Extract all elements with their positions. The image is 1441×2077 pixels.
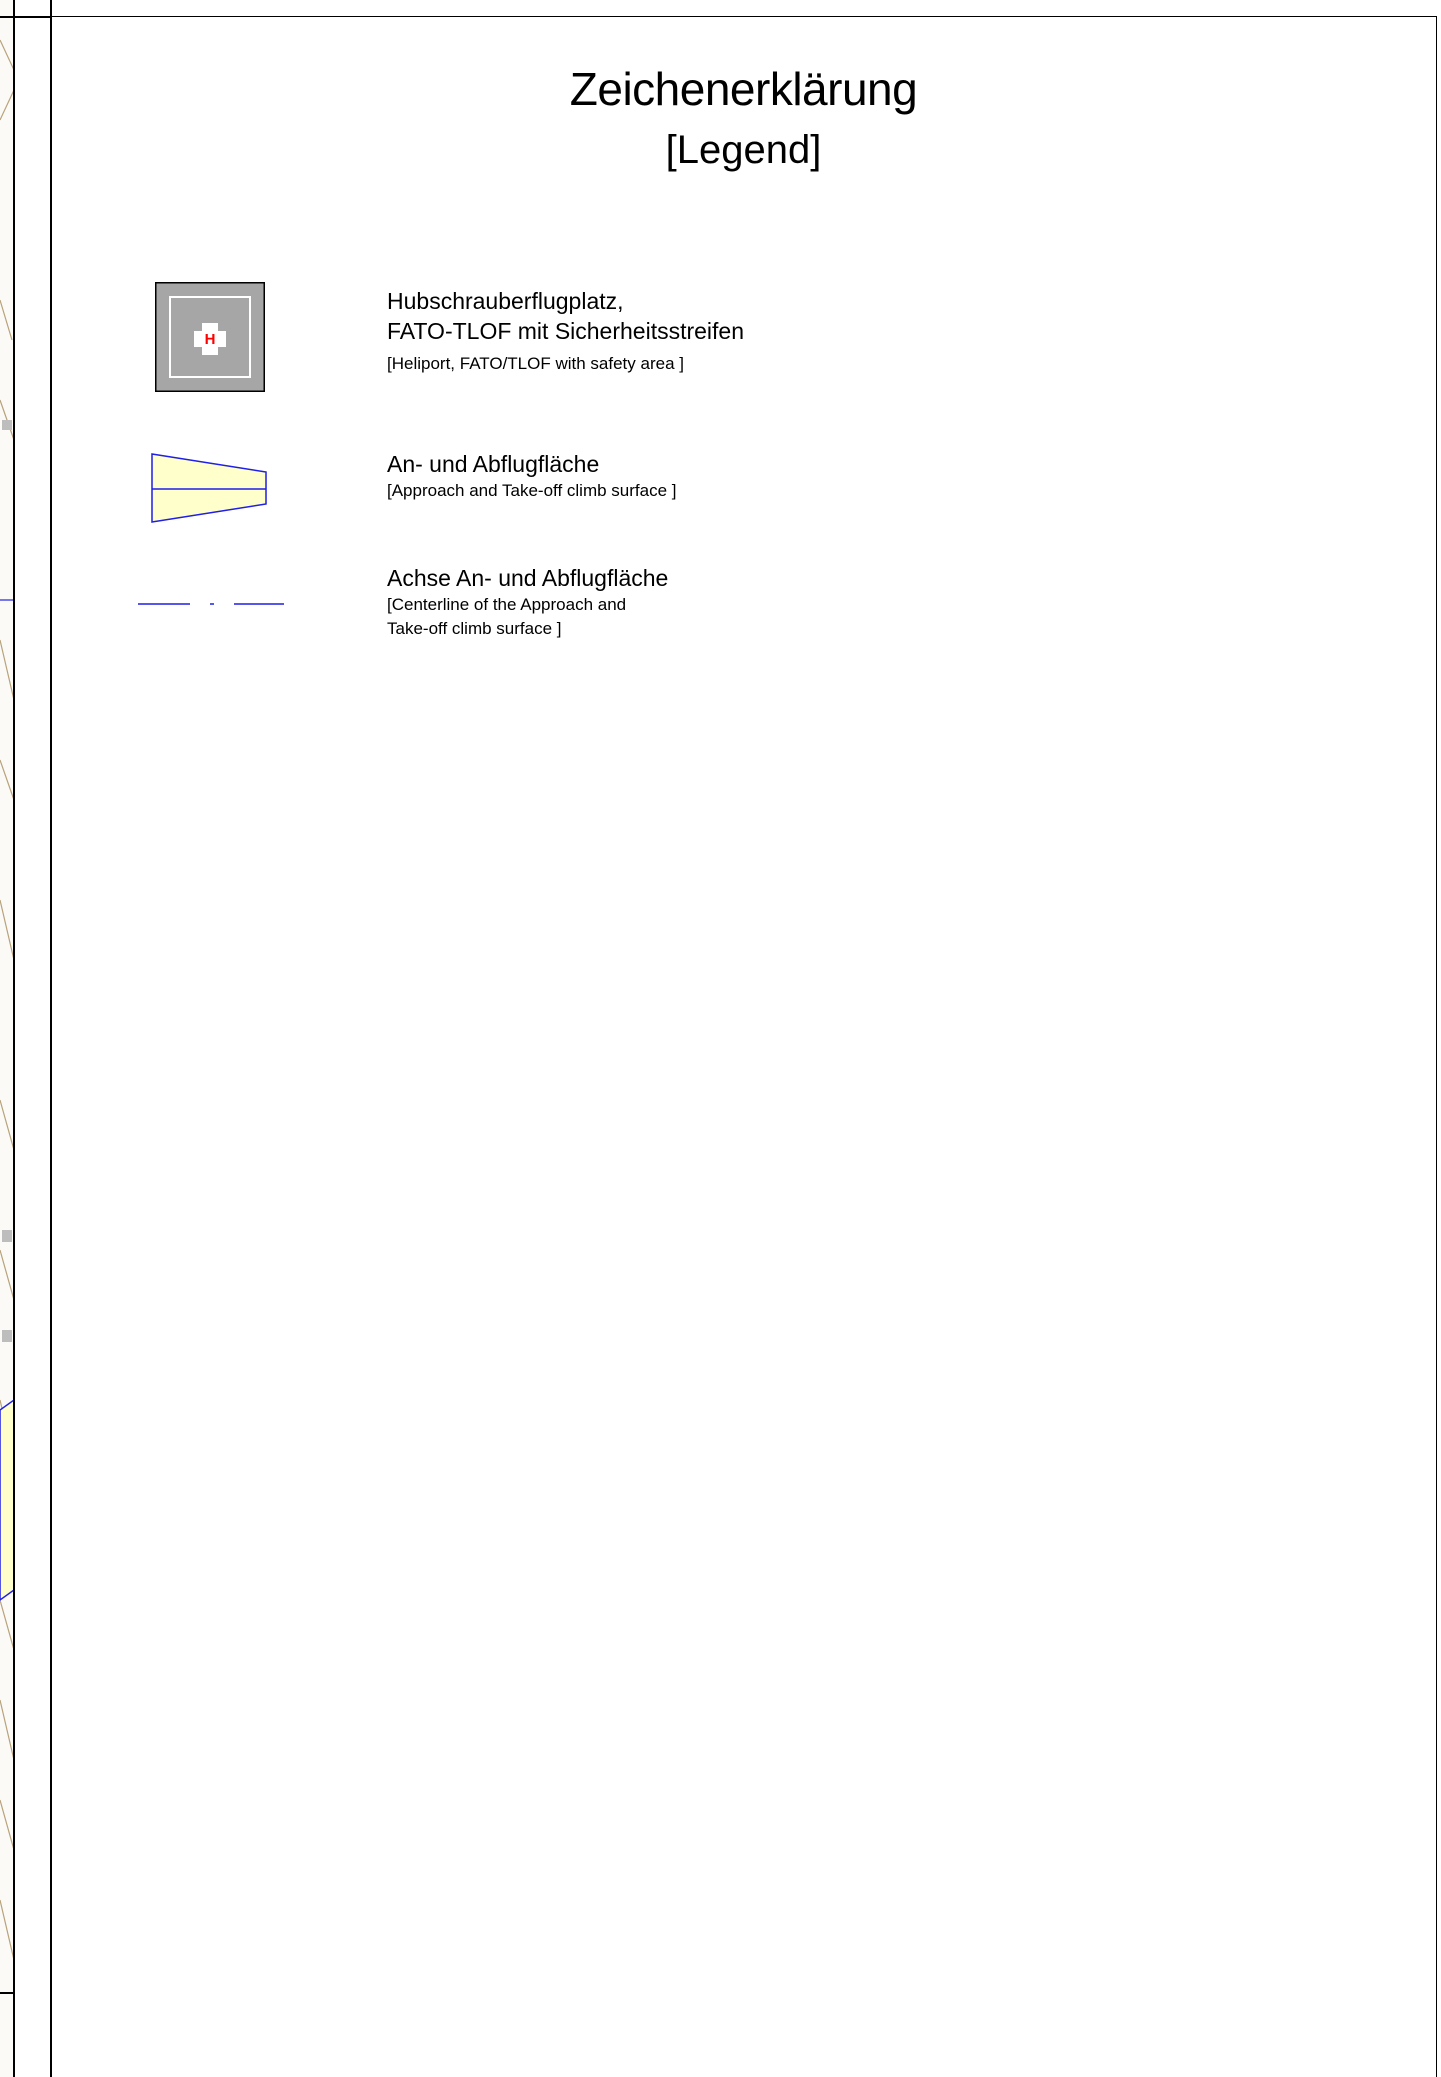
heliport-marker: H — [205, 331, 216, 348]
approach-surface-icon — [151, 453, 267, 523]
heliport-label-de-1: Hubschrauberflugplatz, — [387, 288, 624, 314]
legend-title: Zeichenerklärung — [569, 63, 918, 115]
strip-bottom-border — [0, 1992, 14, 1994]
heliport-label-en: [Heliport, FATO/TLOF with safety area ] — [387, 354, 684, 373]
centerline-icon — [138, 603, 284, 605]
centerline-label-en-1: [Centerline of the Approach and — [387, 595, 627, 614]
adjacent-map-strip — [0, 0, 14, 2077]
approach-label-en: [Approach and Take-off climb surface ] — [387, 481, 677, 500]
legend-item-approach-surface: An- und Abflugfläche [Approach and Take-… — [387, 449, 676, 503]
centerline-label-en-2: Take-off climb surface ] — [387, 619, 562, 638]
heliport-label-de-2: FATO-TLOF mit Sicherheitsstreifen — [387, 318, 745, 344]
strip-top-border — [0, 16, 52, 18]
strip-border — [13, 0, 15, 2077]
legend-item-centerline: Achse An- und Abflugfläche [Centerline o… — [387, 563, 668, 641]
legend-item-heliport: Hubschrauberflugplatz, FATO-TLOF mit Sic… — [387, 286, 744, 376]
heliport-icon: H — [155, 282, 265, 392]
centerline-label-de: Achse An- und Abflugfläche — [387, 565, 669, 591]
legend-subtitle: [Legend] — [665, 128, 822, 172]
adjacent-map-fragment — [0, 39, 14, 1961]
approach-label-de: An- und Abflugfläche — [387, 451, 600, 477]
